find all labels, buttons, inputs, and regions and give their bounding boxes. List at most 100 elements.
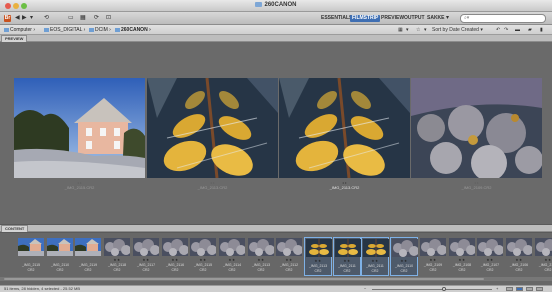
history-dropdown-icon[interactable]: ▾ xyxy=(30,15,33,22)
preview-image-frost[interactable] xyxy=(411,78,542,178)
zoom-out-icon[interactable]: − xyxy=(364,286,366,292)
thumbnail-filename: _IMG_2119 xyxy=(78,263,98,267)
thumbnail-filename: _IMG_2112 xyxy=(279,263,299,267)
preview-image-leaf-1[interactable] xyxy=(147,78,278,178)
output-icon[interactable]: ⊡ xyxy=(106,15,111,22)
filmstrip-thumbnail[interactable]: _IMG_2110 CR2 xyxy=(46,237,74,276)
refine-icon[interactable]: ▦ xyxy=(80,15,86,22)
leaf-photo xyxy=(147,78,278,178)
details-view-button[interactable] xyxy=(526,287,533,291)
house-photo xyxy=(14,78,145,178)
window-title-text: 260CANON xyxy=(264,2,297,8)
workspace-output[interactable]: OUTPUT xyxy=(402,15,427,22)
filmstrip-thumbnail[interactable]: _IMG_2115 CR2 xyxy=(17,237,45,276)
filmstrip-scroll-thumb[interactable] xyxy=(4,278,484,280)
thumbnail-image xyxy=(477,238,503,256)
filmstrip-thumbnail[interactable]: ★★_IMG_2105CR2 xyxy=(534,237,552,276)
thumbnail-filetype: CR2 xyxy=(171,268,179,272)
bridge-logo-icon[interactable]: Br xyxy=(4,15,11,22)
thumbnail-filename: _IMG_2115 xyxy=(193,263,213,267)
thumbnail-filetype: CR2 xyxy=(515,268,523,272)
view-grid-icon[interactable]: ▦ xyxy=(398,26,403,34)
thumbnail-filename: _IMG_2115 xyxy=(21,263,41,267)
thumbnail-filename: _IMG_2108 xyxy=(452,263,472,267)
breadcrumb-eos-digital[interactable]: EOS_DIGITAL › xyxy=(44,26,85,34)
breadcrumb-computer[interactable]: Computer › xyxy=(4,26,35,34)
thumbnail-image xyxy=(335,239,361,257)
forward-arrow-icon[interactable]: ▶ xyxy=(22,15,27,22)
thumbnail-filename: _IMG_2114 xyxy=(222,263,242,267)
thumbnail-filename: _IMG_2116 xyxy=(165,263,185,267)
thumbnail-filetype: CR2 xyxy=(84,268,92,272)
list-view-button[interactable] xyxy=(536,287,543,291)
rating-dropdown-icon[interactable]: ▾ xyxy=(424,26,427,34)
thumbnail-filetype: CR2 xyxy=(343,269,351,273)
preview-image-leaf-2[interactable] xyxy=(279,78,410,178)
window-title: 260CANON xyxy=(0,2,552,8)
thumbnail-filetype: CR2 xyxy=(458,268,466,272)
thumbnail-filetype: CR2 xyxy=(400,269,408,273)
filmstrip-thumbnail[interactable]: ★★ _IMG_2118 CR2 xyxy=(103,237,131,276)
filmstrip-thumbnail[interactable]: _IMG_2119 CR2 xyxy=(74,237,102,276)
filmstrip-thumbnail[interactable]: ★★ _IMG_2106 CR2 xyxy=(505,237,533,276)
filmstrip-thumbnail[interactable]: ★★ _IMG_2111 CR2 xyxy=(333,237,361,276)
filmstrip-thumbnail[interactable]: ★★ _IMG_2108 CR2 xyxy=(448,237,476,276)
rotate-left-icon[interactable]: ↶ xyxy=(496,26,500,34)
workspace-filmstrip[interactable]: FILMSTRIP xyxy=(350,15,381,22)
open-recent-file-icon[interactable]: ▬ xyxy=(515,26,520,34)
thumbnail-filename: _IMG_2118 xyxy=(107,263,127,267)
get-photos-icon[interactable]: ▭ xyxy=(68,15,74,22)
filmstrip-thumbnail[interactable]: ★★ _IMG_2113 CR2 xyxy=(247,237,275,276)
filmstrip-thumbnail[interactable]: ★★ _IMG_2114 CR2 xyxy=(218,237,246,276)
workspace-menu-chevron-icon[interactable]: ▾ xyxy=(446,15,449,22)
recent-folders-icon[interactable]: ⟲ xyxy=(44,15,49,22)
filmstrip-thumbnail[interactable]: ★★ _IMG_2113 CR2 xyxy=(304,237,332,276)
thumbnail-size-slider[interactable] xyxy=(372,287,492,291)
thumbnail-filename: _IMG_2111 xyxy=(366,264,384,268)
filmstrip-thumbnail[interactable]: ★★ _IMG_2107 CR2 xyxy=(476,237,504,276)
breadcrumb-260canon[interactable]: 260CANON › xyxy=(115,26,151,34)
filmstrip-thumbnail[interactable]: ★★ _IMG_2111 CR2 xyxy=(361,237,389,276)
search-field[interactable]: ⌕▾ xyxy=(460,14,546,23)
thumbnail-image xyxy=(219,238,245,256)
filmstrip-thumbnail[interactable]: ★★ _IMG_2117 CR2 xyxy=(132,237,160,276)
filmstrip-scrollbar[interactable] xyxy=(0,277,552,281)
slider-knob[interactable] xyxy=(442,287,446,291)
thumbnail-rating: ★★ xyxy=(371,259,379,263)
sort-dropdown[interactable]: Sort by Date Created ▾ xyxy=(432,26,483,34)
thumbnail-filetype: CR2 xyxy=(285,268,293,272)
thumbnail-rating: ★★ xyxy=(458,258,466,262)
filmstrip-thumbnail[interactable]: ★★ _IMG_2109 CR2 xyxy=(419,237,447,276)
preview-caption: • • _IMG_2115.CR2 xyxy=(64,180,95,190)
thumbnail-view-button[interactable] xyxy=(516,287,523,291)
view-dropdown-icon[interactable]: ▾ xyxy=(406,26,409,34)
thumbnail-image xyxy=(133,238,159,256)
thumbnail-filetype: CR2 xyxy=(371,269,379,273)
drive-icon xyxy=(44,27,49,32)
grid-view-button[interactable] xyxy=(506,287,513,291)
thumbnail-rating: ★★ xyxy=(515,258,523,262)
open-in-camera-raw-icon[interactable]: ⟳ xyxy=(94,15,99,22)
tab-content[interactable]: CONTENT xyxy=(1,225,29,232)
folder-icon xyxy=(255,2,263,7)
back-arrow-icon[interactable]: ◀ xyxy=(15,15,20,22)
preview-caption: • • _IMG_2113.CR2 xyxy=(197,180,228,190)
rotate-right-icon[interactable]: ↷ xyxy=(504,26,508,34)
new-folder-icon[interactable]: ▰ xyxy=(528,26,532,34)
tab-preview[interactable]: PREVIEW xyxy=(1,35,28,42)
breadcrumb-dcim[interactable]: DCIM › xyxy=(89,26,111,34)
filmstrip-thumbnail[interactable]: ★★ _IMG_2112 CR2 xyxy=(275,237,303,276)
workspace-sakke[interactable]: SAKKE xyxy=(425,15,447,22)
trash-icon[interactable]: ▮ xyxy=(540,26,543,34)
filmstrip-thumbnail[interactable]: ★★ _IMG_2116 CR2 xyxy=(161,237,189,276)
folder-icon xyxy=(115,27,120,32)
review-stars-icon[interactable]: ☆ xyxy=(416,26,420,34)
thumbnail-rating: ★★ xyxy=(400,259,408,263)
preview-image-house[interactable] xyxy=(14,78,145,178)
filmstrip-thumbnail[interactable]: ★★ _IMG_2115 CR2 xyxy=(189,237,217,276)
thumbnail-rating: ★★ xyxy=(113,258,121,262)
thumbnail-filename: _IMG_2105 xyxy=(538,263,552,267)
bridge-window: 260CANON Br ◀ ▶ ▾ ⟲ ▭ ▦ ⟳ ⊡ ESSENTIALS F… xyxy=(0,0,552,292)
zoom-in-icon[interactable]: + xyxy=(496,286,498,292)
filmstrip-thumbnail[interactable]: ★★ _IMG_2110 CR2 xyxy=(390,237,418,276)
